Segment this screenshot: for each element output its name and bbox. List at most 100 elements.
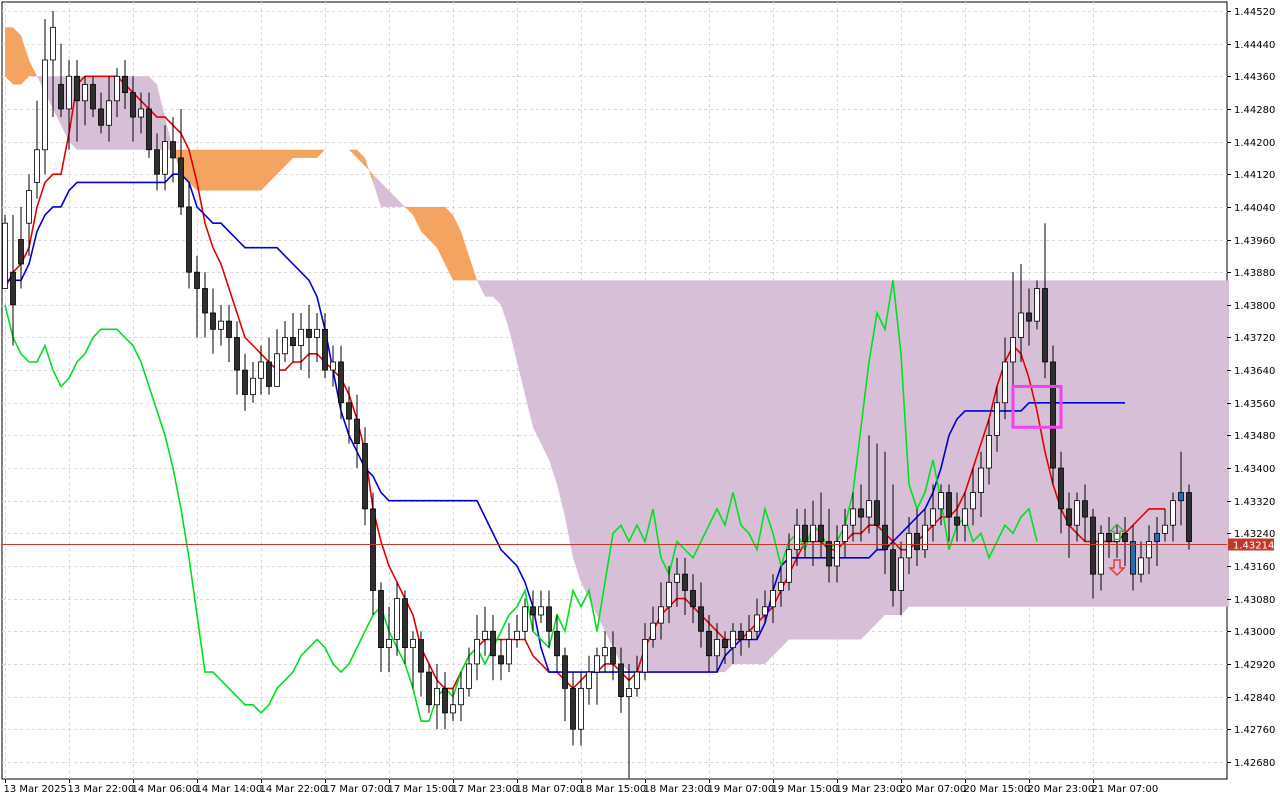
candle-body <box>1082 500 1088 518</box>
cloud-segment <box>861 280 869 640</box>
candle-body <box>594 655 600 673</box>
candle-body <box>634 671 640 689</box>
candle-body <box>1138 557 1144 575</box>
candle-body <box>306 328 312 338</box>
candle-body <box>138 108 144 118</box>
x-tick-label: 20 Mar 07:00 <box>900 784 967 795</box>
cloud-segment <box>645 280 653 673</box>
candle-body <box>450 704 456 714</box>
cloud-segment <box>589 280 597 615</box>
candle-body <box>226 320 232 338</box>
candle-body <box>562 655 568 689</box>
candle-body <box>202 288 208 314</box>
candle-body <box>810 524 816 542</box>
candle-body <box>106 100 112 126</box>
candle-body <box>538 606 544 616</box>
candle-body <box>794 524 800 551</box>
x-tick-label: 18 Mar 07:00 <box>516 784 583 795</box>
candle-body <box>1186 492 1192 542</box>
candle-body <box>922 524 928 551</box>
candle-body <box>378 590 384 649</box>
candle-body <box>170 141 176 159</box>
candle-body <box>1034 288 1040 322</box>
cloud-segment <box>997 280 1005 607</box>
candle-body <box>98 108 104 126</box>
candle-body <box>18 239 24 265</box>
candle-body <box>1018 312 1024 338</box>
cloud-segment <box>1181 280 1189 607</box>
candle-body <box>642 639 648 673</box>
y-tick-label: 1.43240 <box>1234 529 1275 540</box>
cloud-segment <box>749 280 757 664</box>
cloud-segment <box>1221 280 1229 607</box>
cloud-segment <box>789 280 797 640</box>
candle-body <box>298 328 304 347</box>
y-tick-label: 1.43320 <box>1234 497 1275 508</box>
candle-body <box>154 149 160 175</box>
candle-body <box>1066 508 1072 526</box>
cloud-segment <box>1077 280 1085 607</box>
cloud-segment <box>613 280 621 664</box>
cloud-segment <box>557 280 565 518</box>
candle-body <box>82 84 88 102</box>
y-tick-label: 1.43080 <box>1234 595 1275 606</box>
candle-body <box>1026 312 1032 322</box>
candle-body <box>74 75 80 102</box>
candle-body <box>850 508 856 526</box>
y-tick-label: 1.43000 <box>1234 627 1275 638</box>
candle-body <box>1010 337 1016 363</box>
candle-body <box>1106 532 1112 542</box>
cloud-segment <box>965 280 973 607</box>
cloud-segment <box>1061 280 1069 607</box>
candle-body <box>362 443 368 510</box>
candle-body <box>322 328 328 371</box>
candle-body <box>834 541 840 567</box>
candle-body <box>610 647 616 665</box>
cloud-segment <box>1197 280 1205 607</box>
candle-body <box>650 622 656 640</box>
candle-body <box>370 508 376 591</box>
cloud-segment <box>1205 280 1213 607</box>
cloud-segment <box>1109 280 1117 607</box>
x-tick-label: 19 Mar 23:00 <box>836 784 903 795</box>
candle-body <box>1154 532 1160 542</box>
candle-body <box>682 573 688 591</box>
cloud-segment <box>813 280 821 640</box>
candle-body <box>898 557 904 591</box>
candle-body <box>394 598 400 640</box>
candle-body <box>994 402 1000 436</box>
candle-body <box>618 663 624 697</box>
candle-body <box>274 353 280 387</box>
cloud-segment <box>877 280 885 624</box>
cloud-segment <box>597 280 605 632</box>
cloud-segment <box>781 280 789 648</box>
candle-body <box>346 402 352 420</box>
cloud-segment <box>565 280 573 558</box>
candle-body <box>1058 467 1064 510</box>
candle-body <box>498 655 504 665</box>
candle-body <box>114 75 120 102</box>
cloud-segment <box>573 280 581 583</box>
cloud-segment <box>213 149 221 191</box>
cloud-segment <box>973 280 981 607</box>
x-tick-label: 19 Mar 15:00 <box>772 784 839 795</box>
cloud-segment <box>13 27 21 85</box>
candle-body <box>986 435 992 469</box>
candle-body <box>466 663 472 689</box>
y-tick-label: 1.43640 <box>1234 366 1275 377</box>
x-tick-label: 14 Mar 22:00 <box>260 784 327 795</box>
candle-body <box>906 532 912 559</box>
candle-body <box>178 157 184 208</box>
cloud-segment <box>733 280 741 664</box>
candle-body <box>738 630 744 640</box>
cloud-segment <box>293 149 301 158</box>
candle-body <box>210 312 216 330</box>
candle-body <box>514 630 520 640</box>
candle-body <box>802 524 808 542</box>
y-tick-label: 1.42680 <box>1234 758 1275 769</box>
cloud-segment <box>933 280 941 607</box>
cloud-segment <box>581 280 589 599</box>
candle-body <box>242 369 248 396</box>
cloud-segment <box>741 280 749 664</box>
candle-body <box>10 271 16 306</box>
